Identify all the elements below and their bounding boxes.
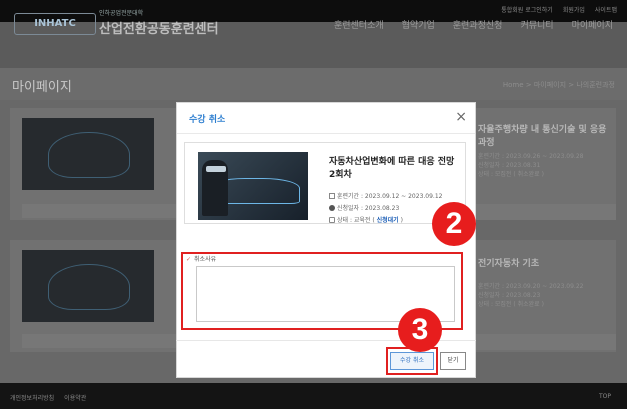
terms-link[interactable]: 이용약관 bbox=[64, 393, 86, 402]
course-meta: 훈련기간 : 2023.09.20 ~ 2023.09.22 신청일자 : 20… bbox=[478, 283, 584, 308]
site-title[interactable]: 산업전환공동훈련센터 bbox=[99, 18, 219, 37]
close-icon[interactable]: × bbox=[455, 110, 467, 124]
footer-links: 개인정보처리방침 이용약관 bbox=[10, 393, 86, 402]
scroll-top-button[interactable]: TOP bbox=[599, 393, 611, 400]
course-thumbnail bbox=[22, 118, 154, 190]
step-badge-2: 2 bbox=[432, 202, 476, 246]
enrollment-status: 상태 : 교육전 ( 신청대기 ) bbox=[329, 215, 403, 224]
calendar-icon bbox=[329, 193, 335, 199]
vr-headset-graphic bbox=[206, 166, 226, 172]
training-period: 훈련기간 : 2023.09.12 ~ 2023.09.12 bbox=[329, 191, 442, 200]
apply-date-text: 신청일자 : 2023.08.23 bbox=[337, 205, 400, 212]
course-name: 자동차산업변화에 따른 대응 전망 2회차 bbox=[329, 157, 455, 180]
course-meta: 훈련기간 : 2023.09.26 ~ 2023.09.28 신청일자 : 20… bbox=[478, 153, 584, 178]
close-button[interactable]: 닫기 bbox=[440, 352, 466, 370]
course-title: 자율주행차량 내 통신기술 및 응용과정 bbox=[478, 125, 607, 148]
nav-item-community[interactable]: 커뮤니티 bbox=[520, 18, 553, 31]
sitemap-link[interactable]: 사이트맵 bbox=[595, 5, 617, 14]
nav-item-partners[interactable]: 협약기업 bbox=[402, 18, 435, 31]
step-badge-3: 3 bbox=[398, 308, 442, 352]
apply-date: 신청일자 : 2023.08.23 bbox=[329, 203, 399, 212]
breadcrumb: Home > 마이페이지 > 나의훈련과정 bbox=[502, 81, 615, 89]
signup-link[interactable]: 회원가입 bbox=[563, 5, 585, 14]
course-thumbnail bbox=[22, 250, 154, 322]
privacy-link[interactable]: 개인정보처리방침 bbox=[10, 393, 54, 402]
top-links: 통합회원 로그인하기 회원가입 사이트맵 bbox=[501, 5, 617, 14]
logo[interactable]: INHATC bbox=[14, 13, 96, 35]
card-button-bar bbox=[22, 204, 176, 218]
card-button-bar bbox=[22, 334, 176, 348]
card-button-bar bbox=[476, 334, 616, 350]
card-button-bar bbox=[476, 204, 616, 220]
status-prefix: 상태 : 교육전 ( bbox=[337, 217, 375, 224]
modal-title: 수강 취소 bbox=[189, 115, 226, 125]
document-icon bbox=[329, 217, 335, 223]
site-footer bbox=[0, 383, 627, 409]
course-image bbox=[198, 152, 308, 220]
status-suffix: ) bbox=[400, 217, 403, 224]
course-title: 전기자동차 기초 bbox=[478, 259, 540, 269]
nav-item-apply[interactable]: 훈련과정신청 bbox=[453, 18, 503, 31]
cancel-button-highlight-box bbox=[386, 347, 438, 375]
nav-item-center[interactable]: 훈련센터소개 bbox=[334, 18, 384, 31]
logo-subtitle: 인하공업전문대학 bbox=[99, 10, 144, 17]
modal-header: 수강 취소 × bbox=[177, 103, 475, 134]
clock-icon bbox=[329, 205, 335, 211]
training-period-text: 훈련기간 : 2023.09.12 ~ 2023.09.12 bbox=[337, 193, 443, 200]
nav-item-mypage[interactable]: 마이페이지 bbox=[572, 18, 613, 31]
page-title: 마이페이지 bbox=[12, 80, 72, 95]
login-link[interactable]: 통합회원 로그인하기 bbox=[501, 5, 553, 14]
main-nav: 훈련센터소개 협약기업 훈련과정신청 커뮤니티 마이페이지 bbox=[334, 18, 613, 31]
status-badge: 신청대기 bbox=[376, 217, 399, 224]
